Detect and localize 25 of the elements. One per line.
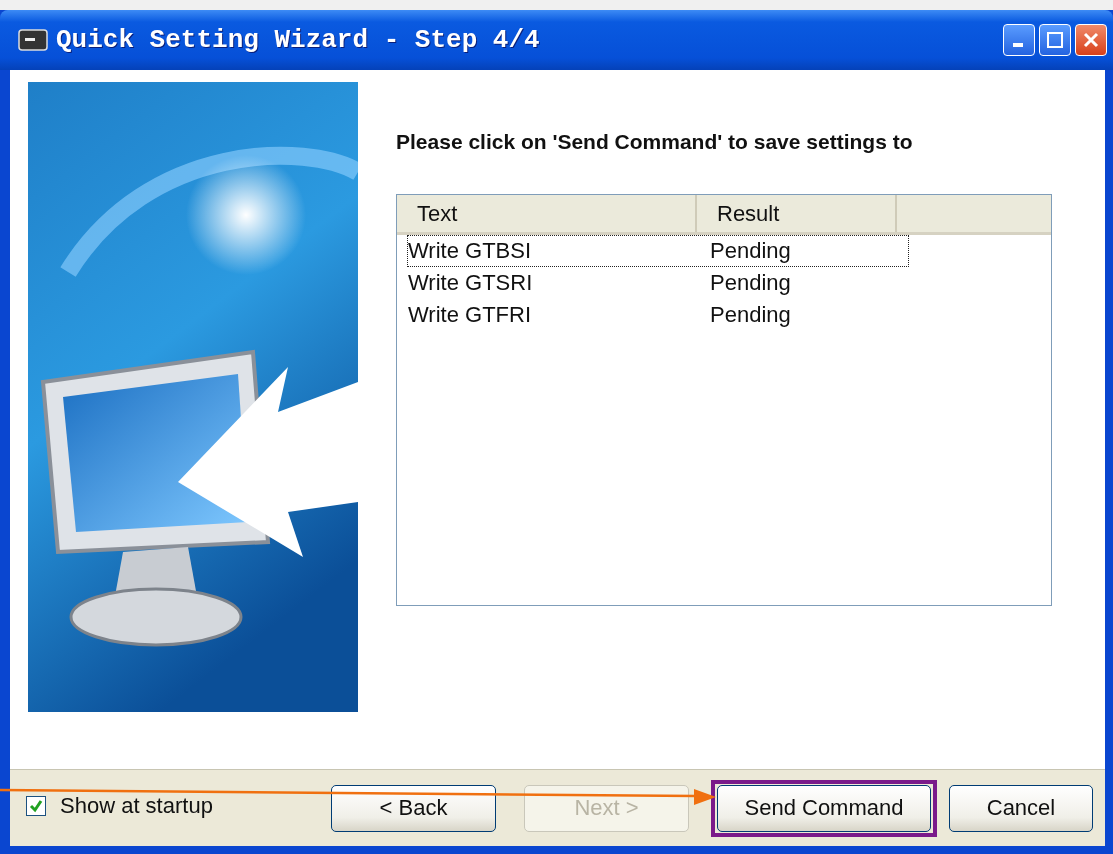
- list-row[interactable]: Write GTFRI Pending: [407, 299, 909, 331]
- instruction-text: Please click on 'Send Command' to save settings to: [396, 130, 914, 154]
- maximize-icon: [1046, 31, 1064, 49]
- table-cell-text: Write GTSRI: [408, 270, 534, 296]
- close-button[interactable]: [1075, 24, 1107, 56]
- table-cell: Pending: [710, 270, 791, 296]
- list-row[interactable]: Write GTSRI Pending: [407, 267, 909, 299]
- checkbox[interactable]: [26, 796, 46, 816]
- minimize-button[interactable]: [1003, 24, 1035, 56]
- wizard-button[interactable]: Send Command: [717, 784, 931, 832]
- column-header[interactable]: Result: [697, 195, 897, 232]
- wizard-button[interactable]: Cancel: [949, 784, 1093, 832]
- table-cell-text: Write GTFRI: [408, 302, 533, 328]
- window-title: Quick Setting Wizard - Step 4/4: [56, 25, 540, 55]
- close-icon: [1082, 31, 1100, 49]
- table-cell: Pending: [710, 238, 791, 264]
- maximize-button[interactable]: [1039, 24, 1071, 56]
- wizard-button[interactable]: < Back: [331, 784, 496, 832]
- table-cell: Pending: [710, 302, 791, 328]
- table-cell-text: Write GTBSI: [408, 238, 533, 264]
- list-row[interactable]: Write GTBSI Pending: [407, 235, 909, 267]
- app-icon: [18, 29, 48, 51]
- column-header[interactable]: Text: [397, 195, 697, 232]
- checkbox-label[interactable]: Show at startup: [60, 793, 213, 819]
- minimize-icon: [1013, 43, 1023, 47]
